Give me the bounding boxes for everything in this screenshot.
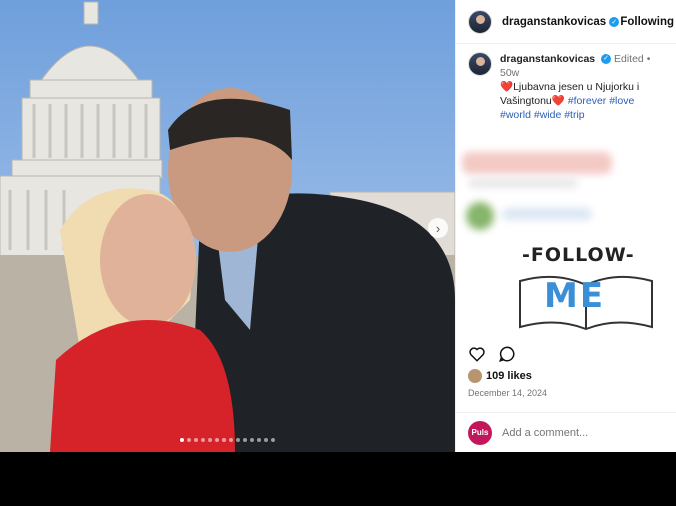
following-button[interactable]: Following [620,16,674,28]
carousel-dot [236,438,240,442]
avatar[interactable] [468,52,492,76]
comment-list: -FOLLOW- ME [456,128,676,336]
heart-emoji: ❤️ [551,95,565,107]
comment-bubble-icon[interactable] [498,345,516,363]
me-sticker-text: ME [544,276,606,316]
edited-label: Edited [613,53,644,65]
add-comment-row: Puls [456,412,676,452]
post-photo[interactable]: › [0,0,455,452]
add-comment-input[interactable] [502,426,652,439]
carousel-dot [222,438,226,442]
post-age[interactable]: 50w [500,67,519,79]
carousel-dot [243,438,247,442]
blurred-comment [468,178,578,188]
likes-count[interactable]: 109 likes [486,370,532,382]
chevron-right-icon[interactable]: › [428,218,448,238]
heart-emoji: ❤️ [500,81,514,93]
author-username[interactable]: draganstankovicas [502,16,606,28]
carousel-dot [271,438,275,442]
follow-sticker-text: -FOLLOW- [522,244,635,266]
blurred-comment [462,152,612,174]
post-caption: draganstankovicas ✓ Edited • 50w ❤️Ljuba… [456,44,676,122]
blurred-avatar [466,202,494,230]
carousel-dot [194,438,198,442]
post-header: draganstankovicas ✓ Following [456,0,676,44]
carousel-dot [229,438,233,442]
carousel-dot [215,438,219,442]
avatar[interactable] [468,9,492,34]
carousel-dot [180,438,184,442]
hashtag-link[interactable]: #world [500,109,531,121]
carousel-dot [264,438,268,442]
heart-outline-icon[interactable] [468,345,486,363]
avatar [468,369,482,383]
hashtag-link[interactable]: #love [609,95,634,107]
carousel-dot [201,438,205,442]
hashtag-link[interactable]: #forever [568,95,607,107]
carousel-indicator [0,438,455,442]
carousel-dot [208,438,212,442]
hashtag-link[interactable]: #wide [534,109,561,121]
post-actions [468,345,516,363]
puls-avatar: Puls [468,420,492,445]
instagram-post-modal: › draganstankovicas ✓ Following draganst… [0,0,676,452]
hashtag-link[interactable]: #trip [564,109,584,121]
couple-capitol-photo [0,0,455,452]
caption-username[interactable]: draganstankovicas [500,53,595,65]
post-side-panel: draganstankovicas ✓ Following draganstan… [455,0,676,452]
carousel-dot [257,438,261,442]
verified-badge-icon: ✓ [609,16,620,27]
post-date: December 14, 2024 [468,388,548,398]
likes-row[interactable]: 109 likes [468,369,532,383]
blurred-comment [502,208,592,220]
verified-badge-icon: ✓ [601,54,612,65]
carousel-dot [250,438,254,442]
page-bottom-bar [0,452,676,506]
carousel-dot [187,438,191,442]
